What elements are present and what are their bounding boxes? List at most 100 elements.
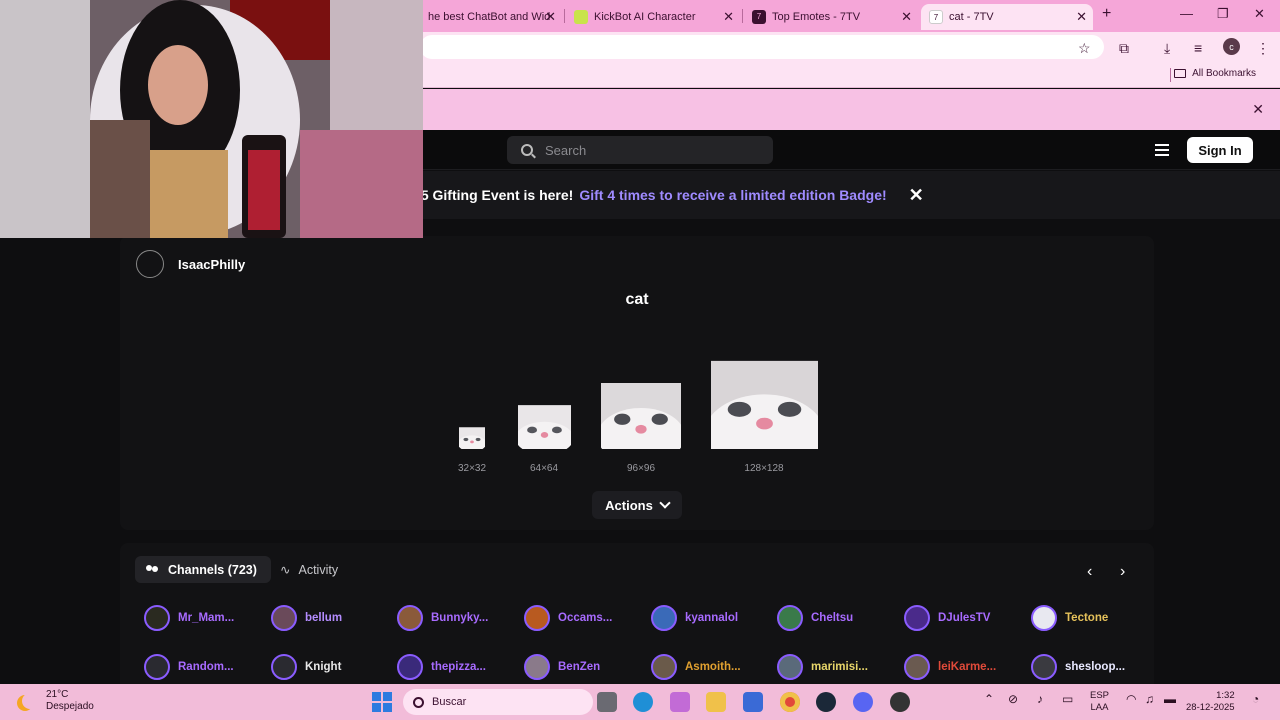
tab-channels[interactable]: Channels (723) — [135, 556, 271, 583]
emote-size-32[interactable]: 32×32 — [454, 425, 490, 474]
close-tab-icon[interactable]: ✕ — [545, 9, 556, 25]
avatar — [1031, 605, 1057, 631]
emote-size-128[interactable]: 128×128 — [710, 353, 818, 474]
channel-item[interactable]: thepizza... — [397, 654, 522, 680]
tab-activity[interactable]: ∿ Activity — [280, 556, 338, 583]
all-bookmarks-label: All Bookmarks — [1192, 68, 1256, 79]
emote-card: IsaacPhilly cat 32×32 64×64 96×96 128×12… — [120, 236, 1154, 530]
restore-icon[interactable]: ❐ — [1217, 6, 1229, 22]
menu-icon[interactable] — [1155, 144, 1169, 156]
avatar — [777, 654, 803, 680]
edge-icon[interactable] — [633, 692, 653, 712]
channel-item[interactable]: shesloop... — [1031, 654, 1156, 680]
close-infobar-icon[interactable]: ✕ — [1252, 101, 1264, 118]
channel-item[interactable]: Bunnyky... — [397, 605, 522, 631]
file-explorer-icon[interactable] — [706, 692, 726, 712]
avatar — [524, 654, 550, 680]
channel-item[interactable]: DJulesTV — [904, 605, 1029, 631]
chevron-down-icon — [659, 497, 671, 509]
extensions-icon[interactable]: ⧉ — [1119, 40, 1129, 57]
channel-name: shesloop... — [1065, 661, 1126, 673]
channel-item[interactable]: Random... — [144, 654, 269, 680]
emote-size-96[interactable]: 96×96 — [600, 377, 682, 474]
minimize-icon[interactable]: — — [1180, 6, 1193, 21]
display-icon[interactable]: ▭ — [1062, 692, 1073, 706]
time: 1:32 — [1216, 690, 1235, 701]
notifications-icon[interactable]: ◔ — [1252, 692, 1259, 706]
channel-item[interactable]: Mr_Mam... — [144, 605, 269, 631]
emote-owner[interactable]: IsaacPhilly — [136, 250, 245, 278]
close-tab-icon[interactable]: ✕ — [901, 9, 912, 25]
copilot-icon[interactable] — [670, 692, 690, 712]
next-page-icon[interactable]: › — [1120, 563, 1125, 581]
channel-item[interactable]: leiKarme... — [904, 654, 1029, 680]
weather-condition: Despejado — [46, 701, 94, 712]
channel-item[interactable]: Occams... — [524, 605, 649, 631]
previous-page-icon[interactable]: ‹ — [1087, 563, 1092, 581]
tab-top-emotes[interactable]: 7 Top Emotes - 7TV ✕ — [744, 4, 918, 30]
cat-emote-image — [710, 360, 818, 449]
language-indicator[interactable]: ESP LAA — [1090, 690, 1109, 714]
bookmark-star-icon[interactable]: ☆ — [1078, 40, 1091, 57]
battery-icon[interactable]: ▬ — [1164, 692, 1176, 706]
channel-item[interactable]: marimisi... — [777, 654, 902, 680]
windows-start-icon[interactable] — [372, 692, 392, 712]
avatar — [144, 654, 170, 680]
volume-icon[interactable]: ♫ — [1145, 692, 1154, 706]
channel-item[interactable]: bellum — [271, 605, 396, 631]
task-view-icon[interactable] — [597, 692, 617, 712]
7tv-icon: 7 — [752, 10, 766, 24]
system-clock[interactable]: 1:32 28-12-2025 — [1186, 690, 1235, 714]
microsoft-store-icon[interactable] — [743, 692, 763, 712]
avatar — [904, 654, 930, 680]
channel-name: DJulesTV — [938, 612, 991, 624]
discord-icon[interactable] — [853, 692, 873, 712]
cat-emote-image — [459, 427, 485, 449]
actions-label: Actions — [605, 497, 653, 513]
all-bookmarks[interactable]: All Bookmarks — [1174, 68, 1256, 79]
network-off-icon[interactable]: ⊘ — [1008, 692, 1018, 706]
wifi-icon[interactable]: ◠ — [1126, 692, 1136, 706]
show-hidden-icons-icon[interactable]: ⌃ — [984, 692, 994, 706]
profile-avatar[interactable]: c — [1223, 38, 1240, 55]
close-window-icon[interactable]: ✕ — [1254, 6, 1265, 22]
channel-item[interactable]: Tectone — [1031, 605, 1156, 631]
taskbar-search[interactable]: Buscar — [403, 689, 593, 715]
tab-chatbot[interactable]: he best ChatBot and Wid ✕ — [420, 4, 562, 30]
media-control-icon[interactable]: ≡ — [1194, 40, 1202, 56]
tab-label: KickBot AI Character — [594, 11, 696, 23]
language-label: ESP — [1090, 690, 1110, 701]
weather-widget[interactable]: 21°C Despejado — [18, 689, 94, 713]
channel-name: leiKarme... — [938, 661, 997, 673]
avatar — [651, 605, 677, 631]
cat-emote-image — [601, 383, 681, 449]
chrome-icon[interactable] — [780, 692, 800, 712]
close-tab-icon[interactable]: ✕ — [723, 9, 734, 25]
channel-item[interactable]: kyannalol — [651, 605, 776, 631]
channel-item[interactable]: Cheltsu — [777, 605, 902, 631]
channel-item[interactable]: Asmoith... — [651, 654, 776, 680]
url-input[interactable] — [420, 35, 1104, 59]
search-input[interactable] — [545, 142, 745, 158]
actions-button[interactable]: Actions — [592, 491, 682, 519]
search-box[interactable] — [507, 136, 773, 164]
microphone-icon[interactable]: ♪ — [1037, 692, 1043, 706]
avatar — [651, 654, 677, 680]
channel-item[interactable]: Knight — [271, 654, 396, 680]
new-tab-icon[interactable]: + — [1102, 5, 1111, 23]
emote-size-64[interactable]: 64×64 — [516, 401, 572, 474]
close-tab-icon[interactable]: ✕ — [1076, 9, 1087, 25]
steam-icon[interactable] — [816, 692, 836, 712]
download-icon[interactable]: ⤓ — [1164, 40, 1170, 57]
announcement-link[interactable]: Gift 4 times to receive a limited editio… — [579, 187, 886, 203]
obs-icon[interactable] — [890, 692, 910, 712]
sign-in-button[interactable]: Sign In — [1187, 137, 1253, 163]
close-announcement-icon[interactable]: ✕ — [909, 185, 924, 206]
tab-kickbot[interactable]: KickBot AI Character ✕ — [566, 4, 740, 30]
tab-label: he best ChatBot and Wid — [428, 11, 551, 23]
channel-name: bellum — [305, 612, 343, 624]
browser-menu-icon[interactable]: ⋮ — [1256, 40, 1270, 57]
tab-cat-7tv[interactable]: 7 cat - 7TV ✕ — [921, 4, 1093, 30]
channel-item[interactable]: BenZen — [524, 654, 649, 680]
tab-channels-label: Channels (723) — [168, 562, 257, 577]
